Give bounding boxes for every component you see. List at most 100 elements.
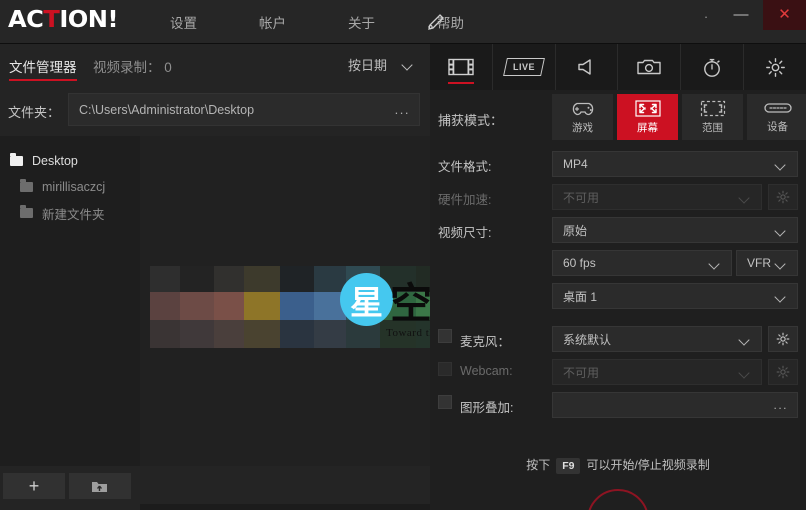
capture-mode-region[interactable]: 范围 xyxy=(682,94,743,140)
stopwatch-icon xyxy=(704,58,721,77)
microphone-checkbox[interactable] xyxy=(438,329,452,343)
tab-file-manager[interactable]: 文件管理器 xyxy=(9,56,77,81)
live-badge-icon: LIVE xyxy=(502,58,545,76)
tab-video[interactable] xyxy=(430,44,493,90)
folder-row: 文件夹： C:\Users\Administrator\Desktop ... xyxy=(0,88,430,134)
webcam-settings-button xyxy=(768,359,798,385)
gear-icon xyxy=(776,365,790,379)
folder-icon xyxy=(20,205,33,218)
tab-audio[interactable] xyxy=(556,44,619,90)
capture-mode-game[interactable]: 游戏 xyxy=(552,94,613,140)
window-close-button[interactable]: ✕ xyxy=(763,0,806,30)
folder-up-button[interactable] xyxy=(69,473,131,499)
row-hw-accel: 硬件加速: 不可用 xyxy=(430,181,806,214)
menu-item-about[interactable]: 关于 xyxy=(338,12,385,32)
gear-icon xyxy=(776,332,790,346)
gamepad-icon xyxy=(572,102,593,115)
chevron-down-icon xyxy=(403,61,414,68)
webcam-checkbox xyxy=(438,362,452,376)
capture-mode-label: 捕获模式： xyxy=(438,113,504,128)
tree-item-mirillisaczcj[interactable]: mirillisaczcj xyxy=(0,174,140,200)
overlay-browse-button[interactable]: ... xyxy=(773,398,788,412)
capture-mode-screen[interactable]: 屏幕 xyxy=(617,94,678,140)
overlay-label: 图形叠加: xyxy=(460,401,514,415)
upload-toolbar: ▶ ✕ f 上传到 Facebook xyxy=(140,504,430,510)
chevron-down-icon xyxy=(740,369,751,376)
capture-mode-buttons: 游戏 屏幕 范围 设备 xyxy=(552,94,806,140)
fps-select[interactable]: 60 fps xyxy=(552,250,732,276)
folder-label: 文件夹： xyxy=(8,105,61,120)
vfr-select[interactable]: VFR xyxy=(736,250,798,276)
capture-mode-device[interactable]: 设备 xyxy=(747,94,806,140)
file-format-value: MP4 xyxy=(563,157,588,171)
folder-icon xyxy=(10,153,23,166)
row-fps: 60 fps VFR xyxy=(430,247,806,280)
row-spacer xyxy=(430,313,806,323)
desktop-select[interactable]: 桌面 1 xyxy=(552,283,798,309)
chevron-down-icon xyxy=(776,161,787,168)
row-file-format: 文件格式: MP4 xyxy=(430,148,806,181)
folder-browse-button[interactable]: ... xyxy=(395,102,410,117)
gear-icon xyxy=(765,57,785,77)
hotkey-key: F9 xyxy=(556,457,581,474)
chevron-down-icon xyxy=(710,260,721,267)
tab-live-label: LIVE xyxy=(512,62,535,72)
webcam-value: 不可用 xyxy=(563,365,600,380)
window-minimize-button[interactable]: — xyxy=(726,0,756,30)
hw-accel-settings-button xyxy=(768,184,798,210)
row-webcam: Webcam: 不可用 xyxy=(430,356,806,389)
device-icon xyxy=(763,103,792,113)
tree-item-new-folder[interactable]: 新建文件夹 xyxy=(0,200,140,226)
tree-item-desktop[interactable]: Desktop xyxy=(0,148,140,174)
microphone-tool-icon[interactable] xyxy=(424,12,446,32)
tab-settings[interactable] xyxy=(744,44,806,90)
overlay-checkbox[interactable] xyxy=(438,395,452,409)
left-panel: 文件管理器 视频录制： 0 按日期 文件夹： C:\Users\Administ… xyxy=(0,44,473,510)
add-folder-button[interactable]: + xyxy=(3,473,65,499)
left-panel-header: 文件管理器 视频录制： 0 按日期 xyxy=(0,44,430,88)
row-video-size: 视频尺寸: 原始 xyxy=(430,214,806,247)
record-button[interactable]: REC xyxy=(587,489,649,510)
microphone-value: 系统默认 xyxy=(563,332,612,347)
tab-benchmark[interactable] xyxy=(681,44,745,90)
tree-item-label: Desktop xyxy=(32,154,78,168)
chevron-down-icon xyxy=(776,293,787,300)
left-panel-toolbar: + xyxy=(0,466,140,510)
tab-live[interactable]: LIVE xyxy=(493,44,556,90)
title-bar: ACTION! 设置 帐户 关于 帮助 · — ✕ xyxy=(0,0,806,44)
tab-screenshot[interactable] xyxy=(618,44,682,90)
hw-accel-value: 不可用 xyxy=(563,190,600,205)
tree-item-label: 新建文件夹 xyxy=(42,207,105,222)
microphone-settings-button[interactable] xyxy=(768,326,798,352)
right-panel-tabbar: LIVE xyxy=(430,44,806,90)
menu-item-account[interactable]: 帐户 xyxy=(249,12,296,32)
file-format-select[interactable]: MP4 xyxy=(552,151,798,177)
sort-by-label: 按日期 xyxy=(347,58,387,73)
folder-path-input[interactable]: C:\Users\Administrator\Desktop ... xyxy=(68,93,420,126)
hotkey-suffix: 可以开始/停止视频录制 xyxy=(586,458,710,472)
hotkey-prefix: 按下 xyxy=(526,458,551,472)
hotkey-hint: 按下 F9 可以开始/停止视频录制 xyxy=(430,456,806,474)
vfr-value: VFR xyxy=(747,256,771,270)
camera-icon xyxy=(637,59,662,75)
microphone-label: 麦克风： xyxy=(460,335,511,349)
record-area: REC xyxy=(430,484,806,510)
folder-up-icon xyxy=(92,481,107,492)
video-size-select[interactable]: 原始 xyxy=(552,217,798,243)
webcam-select: 不可用 xyxy=(552,359,762,385)
microphone-select[interactable]: 系统默认 xyxy=(552,326,762,352)
chevron-down-icon xyxy=(776,227,787,234)
overlay-input[interactable]: ... xyxy=(552,392,798,418)
file-format-label: 文件格式: xyxy=(438,160,492,174)
capture-mode-row: 捕获模式： 游戏 屏幕 范围 设备 xyxy=(430,90,806,146)
action-recorder-window: ACTION! 设置 帐户 关于 帮助 · — ✕ 文件管理器 视频录制： 0 … xyxy=(0,0,806,510)
video-size-label: 视频尺寸: xyxy=(438,226,492,240)
window-restore-button[interactable]: · xyxy=(693,0,719,30)
tab-video-recording[interactable]: 视频录制： 0 xyxy=(93,56,172,76)
menu-item-settings[interactable]: 设置 xyxy=(160,12,207,32)
settings-rows: 文件格式: MP4 硬件加速: 不可用 视频尺寸: 原始 60 fps VFR … xyxy=(430,148,806,422)
sort-by-dropdown[interactable]: 按日期 xyxy=(348,55,414,74)
video-size-value: 原始 xyxy=(563,223,588,238)
right-panel: LIVE 捕获模式： 游戏 屏幕 范围 设备 文件格式: MP4 硬件加速: 不… xyxy=(430,44,806,510)
hw-accel-select: 不可用 xyxy=(552,184,762,210)
